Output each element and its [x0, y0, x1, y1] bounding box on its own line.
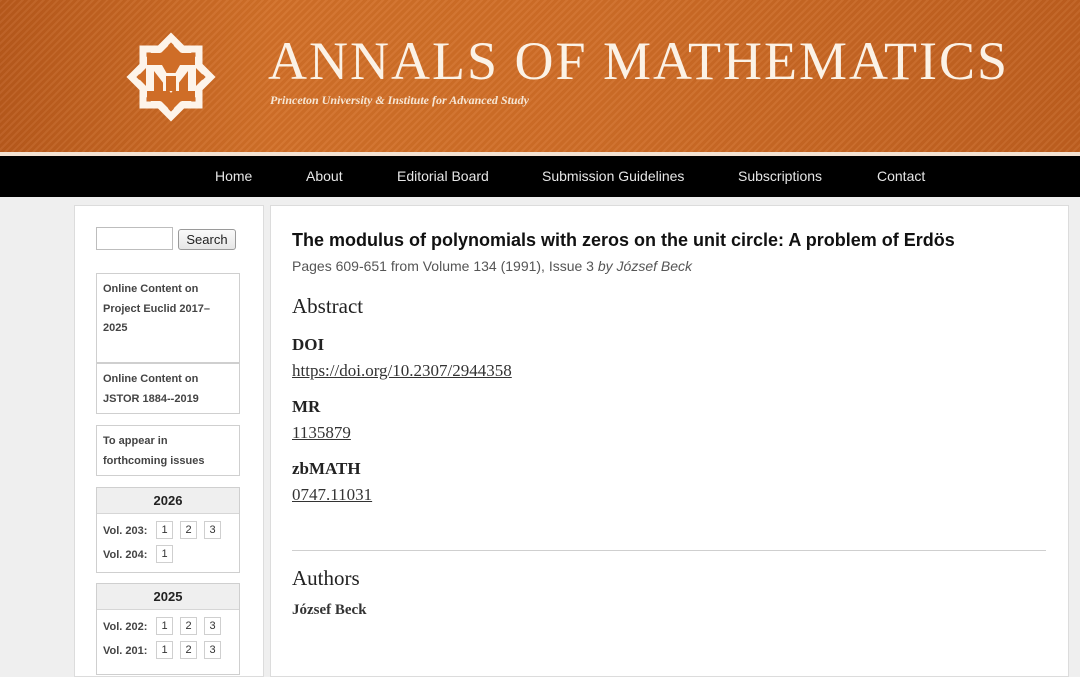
issue-link[interactable]: 1	[156, 545, 173, 563]
year-box-2025: 2025 Vol. 202: 1 2 3 Vol. 201: 1 2 3	[96, 583, 240, 675]
volume-label: Vol. 204:	[103, 549, 148, 561]
issue-link[interactable]: 2	[180, 617, 197, 635]
nav-submission-guidelines[interactable]: Submission Guidelines	[542, 156, 684, 197]
sidebar: Search Online Content on Project Euclid …	[74, 205, 264, 677]
zbmath-label: zbMATH	[292, 459, 361, 478]
search-button[interactable]: Search	[178, 229, 236, 250]
issue-link[interactable]: 2	[180, 641, 197, 659]
year-heading: 2025	[97, 584, 239, 610]
pages-text: Pages 609-651 from Volume 134 (1991), Is…	[292, 258, 594, 274]
issue-link[interactable]: 3	[204, 617, 221, 635]
sidebar-link-forthcoming[interactable]: To appear in forthcoming issues	[96, 425, 240, 476]
volume-label: Vol. 202:	[103, 621, 148, 633]
issue-link[interactable]: 1	[156, 521, 173, 539]
zbmath-link[interactable]: 0747.11031	[292, 485, 372, 505]
issue-link[interactable]: 3	[204, 641, 221, 659]
issue-link[interactable]: 1	[156, 617, 173, 635]
site-title[interactable]: ANNALS OF MATHEMATICS	[268, 28, 1009, 94]
nav-contact[interactable]: Contact	[877, 156, 925, 197]
volume-label: Vol. 201:	[103, 645, 148, 657]
sidebar-link-project-euclid[interactable]: Online Content on Project Euclid 2017–20…	[96, 273, 240, 363]
site-subtitle: Princeton University & Institute for Adv…	[270, 93, 529, 107]
am-monogram-icon[interactable]	[113, 27, 229, 127]
nav-editorial-board[interactable]: Editorial Board	[397, 156, 489, 197]
mr-link[interactable]: 1135879	[292, 423, 351, 443]
nav-home[interactable]: Home	[215, 156, 252, 197]
year-box-2026: 2026 Vol. 203: 1 2 3 Vol. 204: 1	[96, 487, 240, 573]
issue-link[interactable]: 1	[156, 641, 173, 659]
sidebar-link-jstor[interactable]: Online Content on JSTOR 1884--2019	[96, 363, 240, 414]
article-pages-line: Pages 609-651 from Volume 134 (1991), Is…	[292, 258, 692, 274]
issue-link[interactable]: 3	[204, 521, 221, 539]
mr-label: MR	[292, 397, 321, 416]
volume-label: Vol. 203:	[103, 525, 148, 537]
issue-link[interactable]: 2	[180, 521, 197, 539]
abstract-heading: Abstract	[292, 294, 364, 318]
search-input[interactable]	[96, 227, 173, 250]
byline: by József Beck	[597, 258, 693, 274]
section-divider	[292, 550, 1046, 551]
doi-label: DOI	[292, 335, 325, 354]
article-title: The modulus of polynomials with zeros on…	[292, 230, 955, 250]
article-panel: The modulus of polynomials with zeros on…	[270, 205, 1069, 677]
author-name: József Beck	[292, 602, 367, 618]
doi-link[interactable]: https://doi.org/10.2307/2944358	[292, 361, 512, 381]
year-heading: 2026	[97, 488, 239, 514]
main-nav: Home About Editorial Board Submission Gu…	[0, 156, 1080, 197]
nav-subscriptions[interactable]: Subscriptions	[738, 156, 822, 197]
authors-heading: Authors	[292, 566, 360, 590]
nav-about[interactable]: About	[306, 156, 343, 197]
